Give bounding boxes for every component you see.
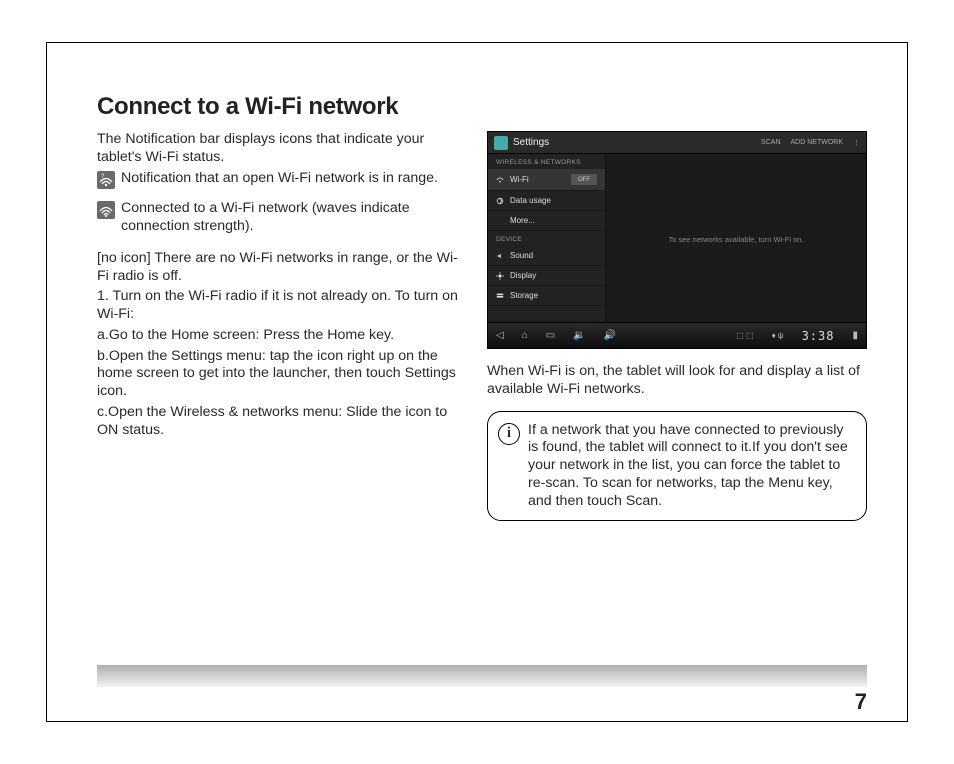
notification-connected-wifi-text: Connected to a Wi-Fi network (waves indi…	[121, 200, 459, 236]
sidebar-item-data-usage[interactable]: Data usage	[488, 191, 605, 211]
data-usage-label: Data usage	[510, 196, 551, 205]
menu-icon[interactable]: ⋮	[853, 139, 860, 147]
scan-button[interactable]: SCAN	[761, 139, 780, 146]
sidebar-item-display[interactable]: Display	[488, 266, 605, 286]
back-icon[interactable]: ◁	[496, 330, 504, 341]
left-column: The Notification bar displays icons that…	[97, 131, 459, 521]
page-number: 7	[855, 689, 867, 715]
sound-icon	[496, 252, 504, 260]
ss-main-message: To see networks available, turn Wi-Fi on…	[606, 154, 866, 324]
step-b: b.Open the Settings menu: tap the icon r…	[97, 348, 459, 401]
more-label: More...	[510, 216, 535, 225]
add-network-button[interactable]: ADD NETWORK	[791, 139, 844, 146]
home-icon[interactable]: ⌂	[522, 330, 528, 341]
vol-up-icon[interactable]: 🔊	[604, 330, 616, 341]
page-title: Connect to a Wi-Fi network	[97, 93, 867, 121]
status-icon: ⬚ ⬚	[736, 331, 753, 340]
right-column: Settings SCAN ADD NETWORK ⋮ WIRELESS & N…	[487, 131, 867, 521]
page-border: Connect to a Wi-Fi network The Notificat…	[46, 42, 908, 722]
clock: 3:38	[802, 329, 835, 343]
display-icon	[496, 272, 504, 280]
data-icon	[496, 197, 504, 205]
vol-down-icon[interactable]: 🔉	[573, 330, 585, 341]
wifi-label: Wi-Fi	[510, 175, 529, 184]
step-a: a.Go to the Home screen: Press the Home …	[97, 327, 459, 345]
columns: The Notification bar displays icons that…	[97, 131, 867, 521]
step-c: c.Open the Wireless & networks menu: Sli…	[97, 404, 459, 440]
page-content: Connect to a Wi-Fi network The Notificat…	[97, 93, 867, 681]
sidebar-item-more[interactable]: More...	[488, 211, 605, 231]
settings-app-icon	[494, 136, 508, 150]
step-1: 1. Turn on the Wi-Fi radio if it is not …	[97, 288, 459, 324]
intro-text: The Notification bar displays icons that…	[97, 131, 459, 167]
right-text: When Wi-Fi is on, the tablet will look f…	[487, 363, 867, 399]
section-wireless: WIRELESS & NETWORKS	[488, 154, 605, 169]
footer-bar	[97, 665, 867, 687]
ss-navbar: ◁ ⌂ ▭ 🔉 🔊 ⬚ ⬚ ♦ ψ 3:38 ▮	[488, 322, 866, 348]
sound-label: Sound	[510, 251, 533, 260]
sidebar-item-storage[interactable]: Storage	[488, 286, 605, 306]
notification-connected-wifi: Connected to a Wi-Fi network (waves indi…	[97, 200, 459, 236]
sidebar-item-wifi[interactable]: Wi-Fi OFF	[488, 169, 605, 191]
ss-header: Settings SCAN ADD NETWORK ⋮	[488, 132, 866, 154]
wifi-icon	[496, 176, 504, 184]
battery-icon: ▮	[852, 330, 858, 341]
sidebar-item-sound[interactable]: Sound	[488, 246, 605, 266]
connected-wifi-icon	[97, 201, 115, 225]
storage-label: Storage	[510, 291, 538, 300]
notification-open-wifi-text: Notification that an open Wi-Fi network …	[121, 170, 438, 188]
info-icon: i	[498, 423, 520, 445]
section-device: DEVICE	[488, 231, 605, 246]
wifi-toggle[interactable]: OFF	[571, 174, 597, 185]
display-label: Display	[510, 271, 536, 280]
ss-title: Settings	[513, 137, 549, 148]
settings-screenshot: Settings SCAN ADD NETWORK ⋮ WIRELESS & N…	[487, 131, 867, 349]
storage-icon	[496, 292, 504, 300]
no-icon-text: [no icon] There are no Wi-Fi networks in…	[97, 250, 459, 286]
open-wifi-icon: ?	[97, 171, 115, 195]
ss-sidebar: WIRELESS & NETWORKS Wi-Fi OFF Data usage	[488, 154, 606, 324]
info-text: If a network that you have connected to …	[528, 422, 854, 511]
notification-open-wifi: ? Notification that an open Wi-Fi networ…	[97, 170, 459, 195]
info-box: i If a network that you have connected t…	[487, 411, 867, 522]
recent-icon[interactable]: ▭	[546, 330, 555, 341]
usb-icon: ♦ ψ	[772, 331, 784, 340]
